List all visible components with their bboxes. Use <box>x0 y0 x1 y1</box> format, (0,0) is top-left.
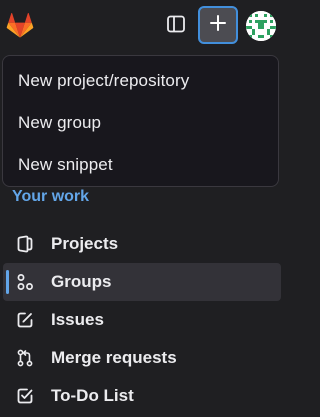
sidebar-item-label: Merge requests <box>51 348 177 367</box>
sidebar-item-groups[interactable]: Groups <box>3 263 281 301</box>
sidebar-item-merge-requests[interactable]: Merge requests <box>0 339 292 377</box>
sidebar-item-label: To-Do List <box>51 386 134 405</box>
sidebar-item-label: Groups <box>51 272 112 291</box>
group-icon <box>16 273 34 291</box>
sidebar-item-todo-list[interactable]: To-Do List <box>0 377 292 415</box>
sidebar-icon <box>166 14 186 39</box>
sidebar-item-issues[interactable]: Issues <box>0 301 292 339</box>
your-work-section-title: Your work <box>12 188 90 205</box>
project-icon <box>16 235 34 253</box>
sidebar-nav: Projects Groups Issues Merge requests To… <box>0 225 292 415</box>
top-bar <box>0 0 292 52</box>
todo-icon <box>16 387 34 405</box>
gitlab-logo-icon[interactable] <box>5 10 35 40</box>
new-snippet-menu-item[interactable]: New snippet <box>3 144 278 186</box>
sidebar-item-label: Issues <box>51 310 104 329</box>
merge-request-icon <box>16 349 34 367</box>
user-avatar[interactable] <box>246 11 276 41</box>
plus-icon <box>209 14 227 37</box>
sidebar-item-label: Projects <box>51 234 119 253</box>
sidebar-item-projects[interactable]: Projects <box>0 225 292 263</box>
sidebar-toggle-button[interactable] <box>163 13 189 39</box>
new-group-menu-item[interactable]: New group <box>3 102 278 144</box>
new-menu-dropdown: New project/repository New group New sni… <box>2 55 279 187</box>
issues-icon <box>16 311 34 329</box>
new-menu-button[interactable] <box>198 6 238 44</box>
new-project-menu-item[interactable]: New project/repository <box>3 60 278 102</box>
